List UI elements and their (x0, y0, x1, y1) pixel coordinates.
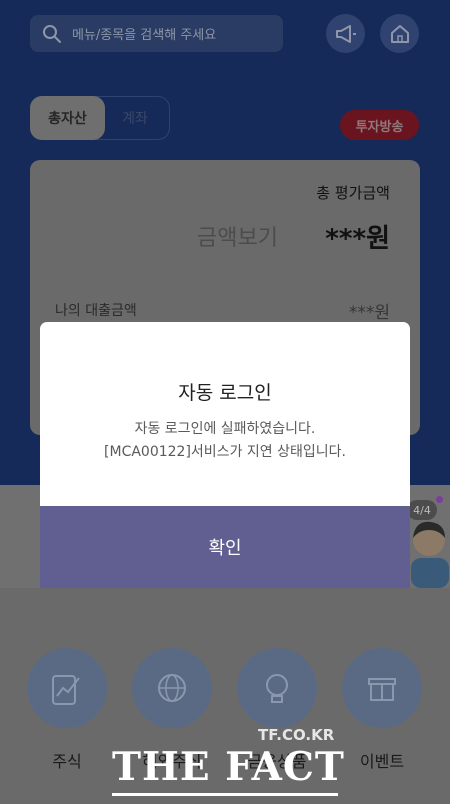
search-bar[interactable]: 메뉴/종목을 검색해 주세요 (30, 15, 283, 52)
menu-financial-products[interactable] (237, 648, 317, 728)
home-button[interactable] (380, 14, 419, 53)
broadcast-button[interactable] (326, 14, 365, 53)
watermark-logo: THE FACT (112, 744, 345, 790)
search-icon (43, 24, 61, 43)
watermark-underline (112, 793, 338, 796)
menu-overseas-stock[interactable] (132, 648, 212, 728)
total-amount-value: ***원 (325, 224, 390, 254)
dialog-message-line1: 자동 로그인에 실패하였습니다. (134, 421, 316, 437)
globe-currency-icon (158, 674, 186, 702)
auto-login-dialog: 자동 로그인 자동 로그인에 실패하였습니다. [MCA00122]서비스가 지… (40, 322, 410, 588)
dialog-title: 자동 로그인 (178, 382, 272, 404)
total-valuation-label: 총 평가금액 (316, 184, 390, 202)
notification-dot (436, 496, 443, 503)
tab-accounts[interactable]: 계좌 (105, 96, 165, 140)
menu-event[interactable] (342, 648, 422, 728)
dialog-message-line2: [MCA00122]서비스가 지연 상태입니다. (104, 444, 346, 460)
loan-amount-label: 나의 대출금액 (55, 303, 137, 319)
watermark-url: TF.CO.KR (258, 726, 335, 744)
character-illustration (411, 521, 449, 588)
investment-broadcast-badge[interactable]: 투자방송 (340, 110, 419, 140)
menu-label-stock: 주식 (52, 752, 82, 771)
search-placeholder: 메뉴/종목을 검색해 주세요 (72, 28, 217, 43)
tab-total-assets[interactable]: 총자산 (30, 96, 105, 140)
home-icon (390, 24, 409, 43)
bulb-won-icon (266, 674, 288, 703)
stock-chart-icon (52, 675, 80, 705)
gift-icon (368, 678, 396, 701)
confirm-button[interactable]: 확인 (40, 506, 410, 588)
loan-amount-value: ***원 (348, 303, 390, 323)
menu-stock[interactable] (27, 648, 107, 728)
megaphone-icon (335, 24, 356, 43)
menu-label-event: 이벤트 (359, 752, 405, 771)
view-amount-button[interactable]: 금액보기 (197, 220, 278, 252)
